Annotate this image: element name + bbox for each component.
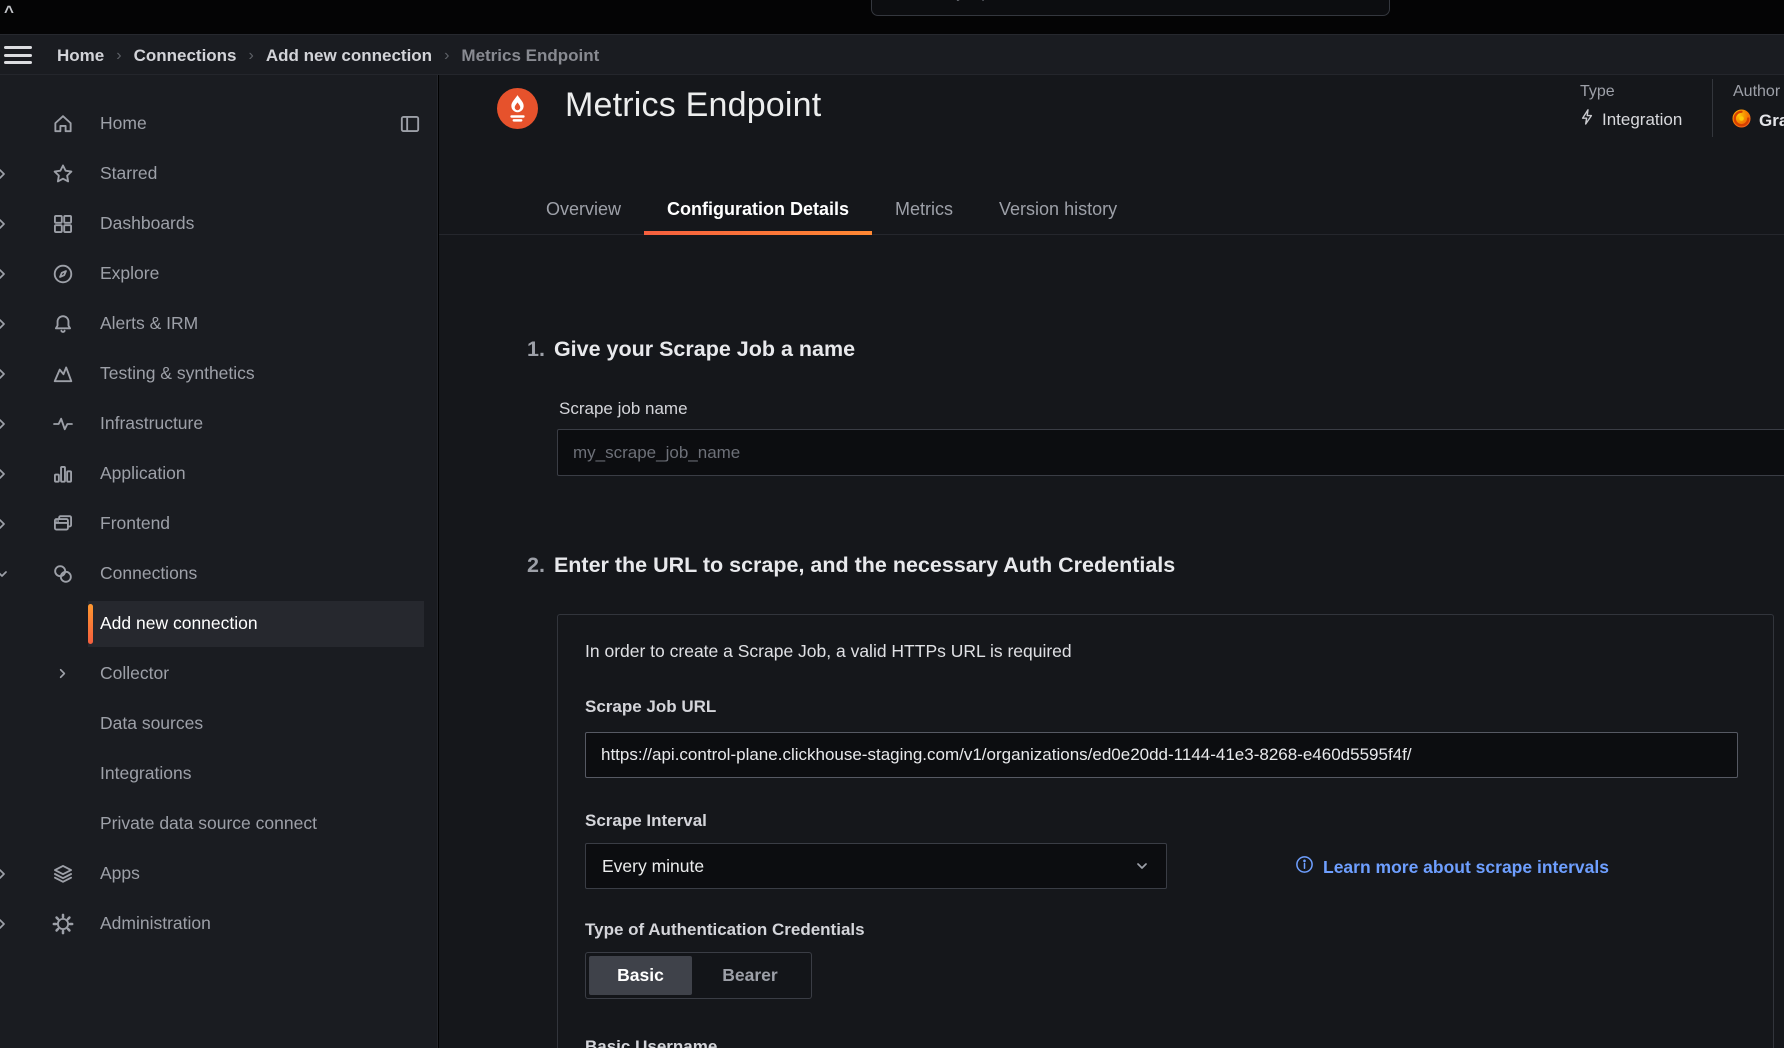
- auth-type-toggle: Basic Bearer: [585, 952, 812, 999]
- sidebar-item-home[interactable]: Home: [0, 99, 437, 149]
- bell-icon: [51, 312, 75, 336]
- bar-chart-icon: [51, 462, 75, 486]
- breadcrumb: Home › Connections › Add new connection …: [57, 35, 599, 76]
- tab-bar: Overview Configuration Details Metrics V…: [439, 185, 1784, 235]
- type-label: Type: [1580, 83, 1615, 101]
- chevron-right-icon[interactable]: [0, 266, 10, 282]
- layers-icon: [51, 862, 75, 886]
- breadcrumb-separator-icon: ›: [249, 47, 254, 65]
- search-input[interactable]: Search or jump to...: [871, 0, 1390, 16]
- chevron-right-icon[interactable]: [0, 316, 10, 332]
- grafana-logo-icon: [1731, 108, 1752, 134]
- sidebar-item-add-new-connection[interactable]: Add new connection: [0, 599, 437, 649]
- scrape-job-name-label: Scrape job name: [559, 399, 688, 419]
- chevron-right-icon[interactable]: [0, 516, 10, 532]
- scrape-job-panel: In order to create a Scrape Job, a valid…: [557, 614, 1774, 1048]
- pulse-icon: [51, 412, 75, 436]
- scrape-job-url-input[interactable]: [585, 732, 1738, 778]
- main-content: Metrics Endpoint Type Integration Author: [439, 75, 1784, 1048]
- auth-type-label: Type of Authentication Credentials: [585, 920, 865, 940]
- tab-overview[interactable]: Overview: [523, 185, 644, 235]
- auth-basic-button[interactable]: Basic: [589, 956, 692, 995]
- learn-more-link[interactable]: Learn more about scrape intervals: [1295, 855, 1609, 879]
- breadcrumb-separator-icon: ›: [444, 47, 449, 65]
- scrape-job-name-input[interactable]: [557, 429, 1784, 476]
- sidebar-item-administration[interactable]: Administration: [0, 899, 437, 949]
- sidebar-item-collector[interactable]: Collector: [0, 649, 437, 699]
- sidebar-item-dashboards[interactable]: Dashboards: [0, 199, 437, 249]
- breadcrumb-add-new-connection[interactable]: Add new connection: [266, 46, 432, 66]
- hamburger-menu-icon[interactable]: [4, 44, 34, 66]
- sidebar-item-testing-synthetics[interactable]: Testing & synthetics: [0, 349, 437, 399]
- star-icon: [51, 162, 75, 186]
- caret-up-icon[interactable]: ^: [4, 2, 14, 22]
- sidebar-item-connections[interactable]: Connections: [0, 549, 437, 599]
- panel-note: In order to create a Scrape Job, a valid…: [585, 641, 1072, 662]
- tab-configuration-details[interactable]: Configuration Details: [644, 185, 872, 235]
- sidebar-item-data-sources[interactable]: Data sources: [0, 699, 437, 749]
- chevron-right-icon[interactable]: [0, 466, 10, 482]
- grafana-app-window: ^ Search or jump to... Home › Connection…: [0, 0, 1784, 1048]
- step1-heading: 1.Give your Scrape Job a name: [527, 337, 855, 362]
- basic-username-label: Basic Username: [585, 1037, 717, 1048]
- scrape-interval-select[interactable]: Every minute: [585, 843, 1167, 889]
- chevron-right-icon[interactable]: [0, 866, 10, 882]
- sidebar-item-integrations[interactable]: Integrations: [0, 749, 437, 799]
- author-value: Grafana: [1731, 108, 1784, 134]
- type-value: Integration: [1578, 108, 1682, 131]
- chevron-right-icon[interactable]: [0, 216, 10, 232]
- breadcrumb-connections[interactable]: Connections: [134, 46, 237, 66]
- breadcrumb-separator-icon: ›: [116, 47, 121, 65]
- sidebar-item-infrastructure[interactable]: Infrastructure: [0, 399, 437, 449]
- home-icon: [51, 112, 75, 136]
- meta-divider: [1712, 79, 1713, 137]
- active-item-accent-bar: [88, 604, 93, 644]
- sidebar-item-explore[interactable]: Explore: [0, 249, 437, 299]
- sidebar-item-apps[interactable]: Apps: [0, 849, 437, 899]
- chevron-right-icon[interactable]: [0, 916, 10, 932]
- chevron-right-icon[interactable]: [0, 416, 10, 432]
- browser-windows-icon: [51, 512, 75, 536]
- top-strip: ^ Search or jump to...: [0, 0, 1784, 34]
- mountain-k6-icon: [51, 362, 75, 386]
- link-rings-icon: [51, 562, 75, 586]
- sidebar-item-private-data-source-connect[interactable]: Private data source connect: [0, 799, 437, 849]
- tab-version-history[interactable]: Version history: [976, 185, 1140, 235]
- auth-bearer-button[interactable]: Bearer: [692, 956, 808, 995]
- lightning-bolt-icon: [1578, 108, 1596, 131]
- breadcrumb-current-page: Metrics Endpoint: [461, 46, 599, 66]
- chevron-down-icon[interactable]: [0, 566, 10, 582]
- breadcrumb-bar: Home › Connections › Add new connection …: [0, 34, 1784, 75]
- page-title: Metrics Endpoint: [565, 86, 821, 125]
- info-circle-icon: [1295, 855, 1314, 879]
- prometheus-logo-icon: [497, 88, 538, 129]
- search-placeholder: Search or jump to...: [888, 0, 1019, 2]
- author-label: Author: [1733, 83, 1780, 101]
- step2-heading: 2.Enter the URL to scrape, and the neces…: [527, 553, 1175, 578]
- tab-metrics[interactable]: Metrics: [872, 185, 976, 235]
- compass-icon: [51, 262, 75, 286]
- sidebar-item-frontend[interactable]: Frontend: [0, 499, 437, 549]
- chevron-right-icon[interactable]: [55, 666, 70, 681]
- sidebar-item-alerts-irm[interactable]: Alerts & IRM: [0, 299, 437, 349]
- scrape-interval-value: Every minute: [602, 856, 1134, 877]
- active-tab-underline: [644, 231, 872, 235]
- scrape-interval-label: Scrape Interval: [585, 811, 707, 831]
- nav-sidebar: Home Starred Dashboards: [0, 75, 438, 1048]
- sidebar-item-starred[interactable]: Starred: [0, 149, 437, 199]
- sidebar-item-application[interactable]: Application: [0, 449, 437, 499]
- chevron-right-icon[interactable]: [0, 166, 10, 182]
- breadcrumb-home[interactable]: Home: [57, 46, 104, 66]
- chevron-down-icon: [1134, 858, 1150, 874]
- dashboards-grid-icon: [51, 212, 75, 236]
- gear-icon: [51, 912, 75, 936]
- scrape-job-url-label: Scrape Job URL: [585, 697, 716, 717]
- chevron-right-icon[interactable]: [0, 366, 10, 382]
- dock-sidebar-icon[interactable]: [398, 112, 422, 136]
